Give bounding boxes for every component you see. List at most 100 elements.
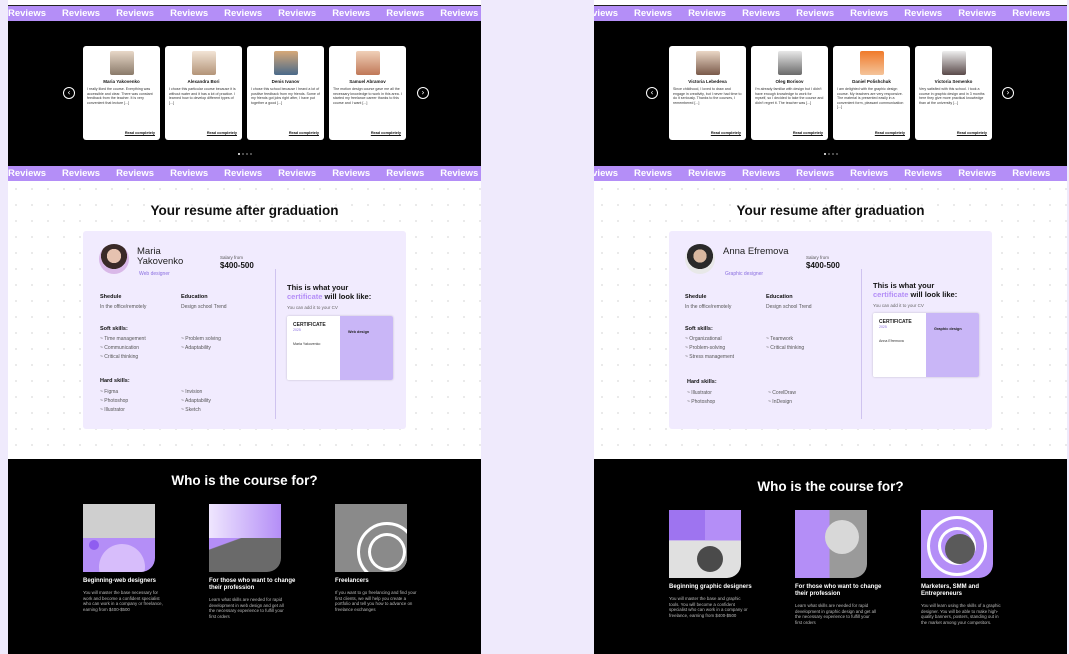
slider-dot[interactable]	[827, 153, 830, 155]
read-completely-link[interactable]: Read completely	[875, 131, 905, 135]
cert-head-1: This is what your	[287, 283, 349, 292]
reviews-slider: ‹ Victoria Lebedeva Since childhood, I l…	[594, 21, 1067, 166]
cert-year: 2025	[293, 328, 301, 332]
review-name: Samuel Abramov	[349, 79, 386, 84]
image-dot	[89, 540, 99, 550]
marquee-word: Reviews	[688, 8, 727, 19]
cert-course: Web design	[348, 330, 370, 334]
who-col-desc: You will learn using the skills of a gra…	[921, 603, 1001, 625]
soft-skill: ~ Communication	[100, 345, 140, 351]
hard-skill: ~ Adaptability	[181, 398, 211, 404]
marquee-word: Reviews	[332, 8, 371, 19]
soft-skill: ~ Teamwork	[766, 336, 794, 342]
review-text: Since childhood, I loved to draw and eng…	[673, 87, 742, 105]
who-section: Who is the course for? Beginning graphic…	[594, 459, 1067, 654]
who-col: Beginning-web designers You will master …	[83, 504, 163, 612]
read-completely-link[interactable]: Read completely	[207, 131, 237, 135]
who-col: For those who want to change their profe…	[209, 504, 295, 619]
salary-block: Salary from $400-500	[806, 255, 866, 270]
read-completely-link[interactable]: Read completely	[289, 131, 319, 135]
schedule-label: Shedule	[100, 294, 122, 300]
marquee-word: Reviews	[904, 168, 943, 179]
marquee-word: Reviews	[278, 168, 317, 179]
marquee-track: Reviews Reviews Reviews Reviews Reviews Revie…	[8, 6, 481, 21]
who-col-desc: Learn what skills are needed for rapid d…	[209, 597, 284, 619]
slider-dots	[823, 153, 838, 155]
marquee-word: Reviews	[116, 168, 155, 179]
soft-skill: ~ Problem solving	[181, 336, 221, 342]
hard-skill: ~ InDesign	[768, 399, 793, 405]
marquee-word: Reviews	[386, 168, 425, 179]
next-arrow-icon[interactable]: ›	[417, 87, 429, 99]
marquee-word: Reviews	[224, 168, 263, 179]
slider-dot[interactable]	[823, 153, 826, 155]
marquee-word: Reviews	[796, 8, 835, 19]
marquee-word: Reviews	[634, 8, 673, 19]
cert-right: Web design	[340, 316, 393, 380]
cert-head-1: This is what your	[873, 281, 935, 290]
slider-dot[interactable]	[835, 153, 838, 155]
read-completely-link[interactable]: Read completely	[793, 131, 823, 135]
marquee-word: Reviews	[850, 168, 889, 179]
read-completely-link[interactable]: Read completely	[371, 131, 401, 135]
who-image	[795, 510, 867, 578]
cert-person: Anna Efremova	[879, 339, 904, 343]
hard-skill: ~ Photoshop	[100, 398, 129, 404]
review-card: Daniel Polishchuk I am delighted with th…	[833, 46, 910, 140]
soft-skill: ~ Critical thinking	[100, 354, 139, 360]
hard-skills-label: Hard skills:	[100, 378, 130, 384]
certificate-preview: CERTIFICATE 2025 Maria Yakovenko Web des…	[287, 316, 393, 380]
review-text: Very satisfied with this school. I took …	[919, 87, 985, 105]
who-image	[209, 504, 281, 572]
cert-head-2: will look like:	[324, 292, 372, 301]
marquee-word: Reviews	[796, 168, 835, 179]
image-shape	[825, 520, 859, 554]
hard-skill: ~ Invision	[181, 389, 203, 395]
read-completely-link[interactable]: Read completely	[125, 131, 155, 135]
hard-skill: ~ Photoshop	[687, 399, 716, 405]
avatar	[685, 244, 715, 274]
marquee-word: Reviews	[440, 168, 479, 179]
marquee-word: Reviews	[170, 8, 209, 19]
hard-skill: ~ CorelDraw	[768, 390, 796, 396]
review-card: Alexandra Bori I chose this particular c…	[165, 46, 242, 140]
slider-dot[interactable]	[241, 153, 244, 155]
resume-section: Your resume after graduation Maria Yakov…	[8, 181, 481, 459]
slider-dot[interactable]	[245, 153, 248, 155]
read-completely-link[interactable]: Read completely	[711, 131, 741, 135]
read-completely-link[interactable]: Read completely	[957, 131, 987, 135]
marquee-word: Reviews	[1012, 8, 1051, 19]
education-value: Design school Trend	[181, 304, 227, 310]
resume-name: Anna Efremova	[723, 246, 789, 257]
review-card: Oleg Borisov I'm already familiar with d…	[751, 46, 828, 140]
who-section: Who is the course for? Beginning-web des…	[8, 459, 481, 654]
who-image	[83, 504, 155, 572]
who-col-title: For those who want to change their profe…	[795, 584, 882, 597]
prev-arrow-icon[interactable]: ‹	[646, 87, 658, 99]
avatar	[695, 51, 720, 75]
review-card: Samuel Abramov The motion design course …	[329, 46, 406, 140]
who-col-title: Freelancers	[335, 578, 369, 584]
slider-dot[interactable]	[249, 153, 252, 155]
cert-left: CERTIFICATE 2025 Anna Efremova	[873, 313, 926, 377]
review-name: Daniel Polishchuk	[852, 79, 891, 84]
who-col-title: Beginning-web designers	[83, 578, 157, 584]
prev-arrow-icon[interactable]: ‹	[63, 87, 75, 99]
certificate-subtext: You can add it to your CV	[873, 303, 924, 308]
certificate-heading: This is what your certificate will look …	[873, 281, 983, 299]
marquee-word: Reviews	[332, 168, 371, 179]
certificate-heading: This is what your certificate will look …	[287, 283, 397, 301]
who-col-desc: If you want to go freelancing and find y…	[335, 590, 417, 612]
marquee-word: Reviews	[688, 168, 727, 179]
cert-left: CERTIFICATE 2025 Maria Yakovenko	[287, 316, 340, 380]
who-title: Who is the course for?	[757, 479, 904, 494]
marquee-track: Reviews Reviews Reviews Reviews Reviews Revie…	[594, 166, 1067, 181]
next-arrow-icon[interactable]: ›	[1002, 87, 1014, 99]
avatar	[191, 51, 216, 75]
marquee-word: Reviews	[1012, 168, 1051, 179]
slider-dot[interactable]	[831, 153, 834, 155]
who-col-desc: Learn what skills are needed for rapid d…	[795, 603, 877, 625]
cert-course: Graphic design	[934, 327, 962, 331]
cert-head-2: will look like:	[910, 290, 958, 299]
slider-dot[interactable]	[237, 153, 240, 155]
